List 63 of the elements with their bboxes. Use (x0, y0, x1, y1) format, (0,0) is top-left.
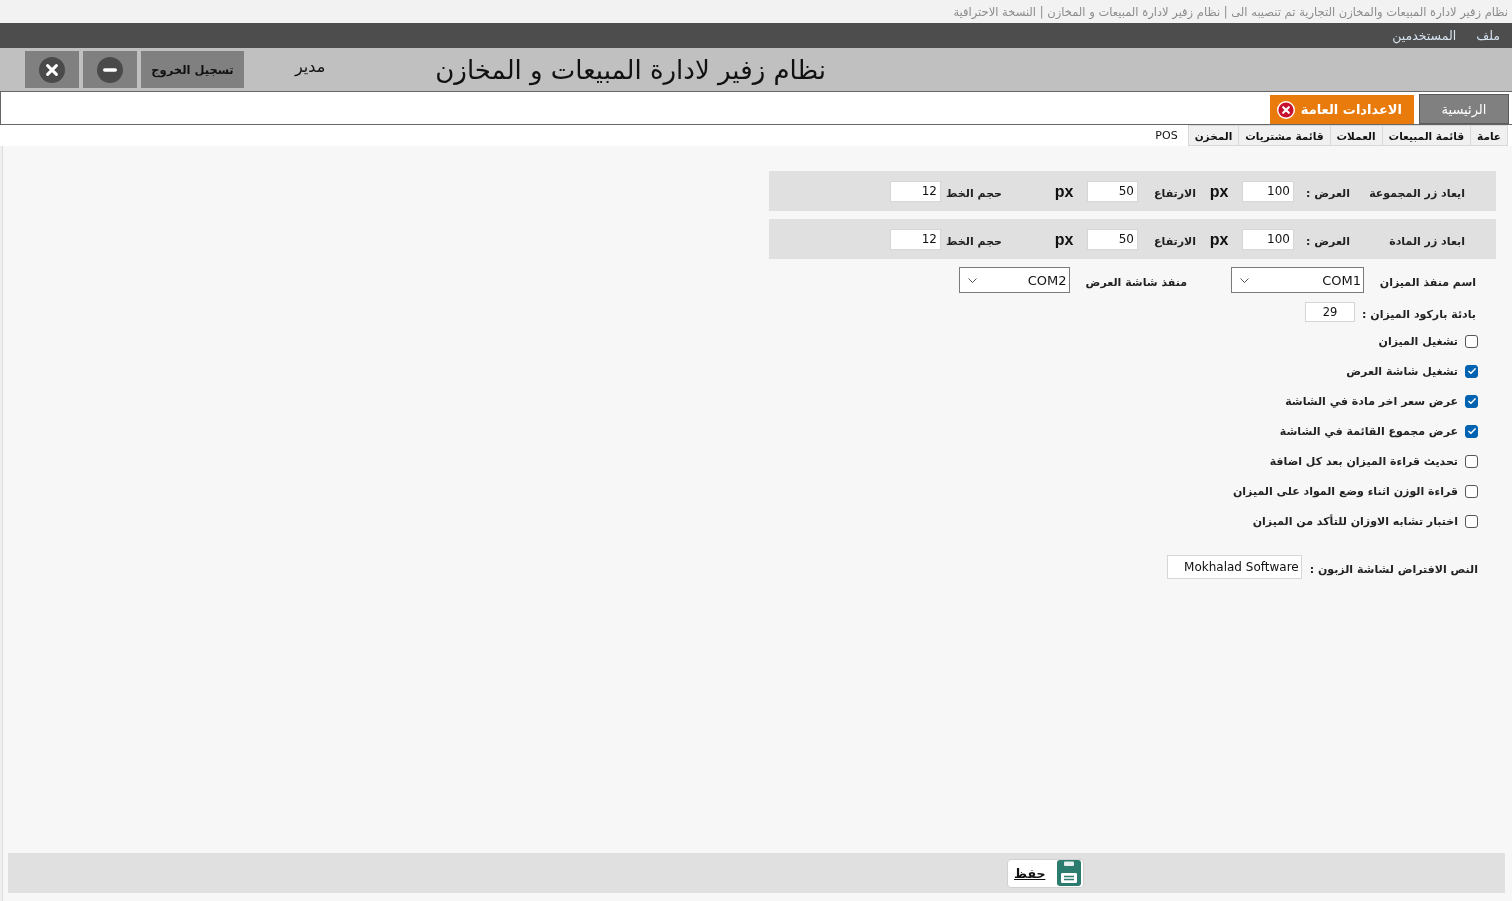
input-field[interactable]: 12 (890, 180, 941, 202)
unit-label: px (1209, 230, 1229, 248)
input-field[interactable]: 100 (1242, 228, 1294, 250)
tab[interactable]: قائمة مشتريات (1238, 125, 1330, 146)
field-label: ايعاد زر المجموعة (1369, 186, 1465, 200)
check-icon (1467, 368, 1476, 374)
checkbox[interactable] (1465, 424, 1478, 438)
field-label: ابعاد زر المادة (1389, 234, 1465, 248)
checkbox-label: قراءة الوزن اثناء وضع المواد على الميزان (1232, 484, 1458, 498)
tab[interactable]: قائمة المبيعات (1381, 125, 1470, 146)
field-label: بادئة باركود الميزان : (1362, 307, 1476, 321)
input-field[interactable]: 50 (1087, 228, 1138, 250)
chevron-down-icon (1240, 277, 1249, 283)
field-label: اسم منفذ الميزان (1379, 275, 1476, 289)
close-button[interactable] (25, 51, 79, 88)
field-label: العرض : (1306, 234, 1350, 248)
input-field[interactable]: 100 (1242, 180, 1294, 202)
close-icon[interactable] (1277, 100, 1295, 119)
menu-item[interactable]: المستخدمين (1392, 28, 1457, 43)
user-name: مدير (295, 57, 326, 76)
checkbox-label: اختبار تشابه الاوزان للتأكد من الميزان (1252, 514, 1458, 528)
input-field[interactable]: Mokhalad Software (1166, 555, 1302, 579)
input-field[interactable]: 29 (1305, 302, 1355, 322)
check-icon (1467, 398, 1476, 404)
minimize-icon (97, 56, 123, 83)
checkbox-label: عرض سعر اخر مادة في الشاشة (1285, 394, 1458, 408)
field-label: الارتفاع (1154, 186, 1196, 200)
checkbox[interactable] (1465, 394, 1478, 408)
unit-label: px (1209, 182, 1229, 200)
field-label: حجم الخط (946, 234, 1002, 248)
checkbox[interactable] (1465, 514, 1478, 528)
tab[interactable]: الرئيسية (1419, 94, 1509, 124)
minimize-button[interactable] (83, 51, 137, 88)
dropdown[interactable]: COM2 (958, 267, 1070, 293)
field-label: العرض : (1306, 186, 1350, 200)
field-label: منفذ شاشة العرض (1085, 275, 1187, 289)
checkbox[interactable] (1465, 334, 1478, 348)
tab[interactable]: المخزن (1187, 125, 1239, 146)
field-label: الارتفاع (1154, 234, 1196, 248)
close-icon (39, 56, 65, 83)
input-field[interactable]: 12 (890, 228, 941, 250)
checkbox[interactable] (1465, 364, 1478, 378)
checkbox[interactable] (1465, 454, 1478, 468)
checkbox-label: تشغيل الميزان (1378, 334, 1458, 348)
window-title: نظام زفير لادارة المبيعات والمخازن التجارية تم تنصيبه الى | نظام زفير لادارة المبيعات و المخازن | النسخة الاحترافية (953, 4, 1508, 19)
unit-label: px (1054, 182, 1074, 200)
field-label: حجم الخط (946, 186, 1002, 200)
checkbox-label: عرض مجموع القائمة في الشاشة (1279, 424, 1458, 438)
save-button[interactable]: حفظ (1007, 858, 1084, 888)
tab[interactable]: عامة (1470, 125, 1508, 146)
checkbox[interactable] (1465, 484, 1478, 498)
tab[interactable]: العملات (1329, 125, 1382, 146)
logout-button[interactable]: تسجيل الخروج (141, 51, 244, 88)
menu-item[interactable]: ملف (1476, 28, 1500, 43)
dropdown[interactable]: COM1 (1231, 267, 1364, 293)
chevron-down-icon (967, 277, 977, 283)
checkbox-label: تشغيل شاشة العرض (1346, 364, 1458, 378)
unit-label: px (1054, 230, 1074, 248)
field-label: النص الافتراض لشاشة الزبون : (1309, 562, 1478, 576)
check-icon (1467, 428, 1476, 434)
input-field[interactable]: 50 (1087, 180, 1138, 202)
app-title: نظام زفير لادارة المبيعات و المخازن (435, 54, 827, 85)
checkbox-label: تحديث قراءة الميزان بعد كل اضافة (1269, 454, 1458, 468)
